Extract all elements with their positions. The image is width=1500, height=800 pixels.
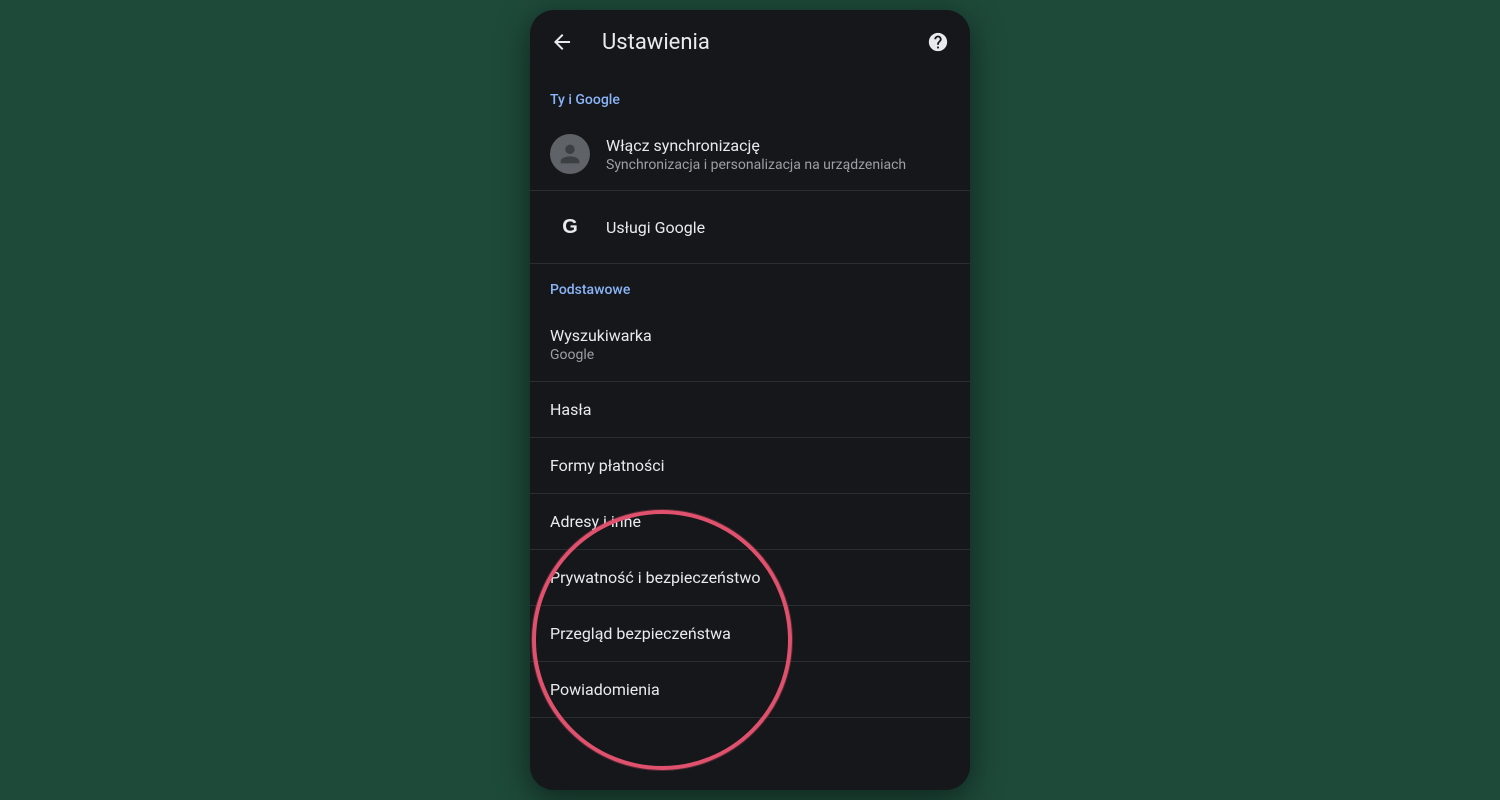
passwords-item[interactable]: Hasła bbox=[530, 382, 970, 438]
notifications-title: Powiadomienia bbox=[550, 680, 950, 699]
search-engine-item[interactable]: Wyszukiwarka Google bbox=[530, 308, 970, 382]
sync-item[interactable]: Włącz synchronizację Synchronizacja i pe… bbox=[530, 118, 970, 191]
help-button[interactable] bbox=[926, 30, 950, 54]
settings-screen: Ustawienia Ty i Google Włącz synchroniza… bbox=[530, 10, 970, 790]
google-g-icon: G bbox=[550, 207, 590, 247]
privacy-item[interactable]: Prywatność i bezpieczeństwo bbox=[530, 550, 970, 606]
payment-methods-item[interactable]: Formy płatności bbox=[530, 438, 970, 494]
privacy-title: Prywatność i bezpieczeństwo bbox=[550, 568, 950, 587]
sync-title: Włącz synchronizację bbox=[606, 136, 950, 155]
google-services-item[interactable]: G Usługi Google bbox=[530, 191, 970, 264]
help-icon bbox=[927, 31, 949, 53]
addresses-item[interactable]: Adresy i inne bbox=[530, 494, 970, 550]
passwords-title: Hasła bbox=[550, 400, 950, 419]
safety-check-title: Przegląd bezpieczeństwa bbox=[550, 624, 950, 643]
sync-subtitle: Synchronizacja i personalizacja na urząd… bbox=[606, 157, 950, 173]
arrow-left-icon bbox=[550, 30, 574, 54]
google-services-title: Usługi Google bbox=[606, 218, 950, 237]
sync-text: Włącz synchronizację Synchronizacja i pe… bbox=[606, 136, 950, 173]
addresses-title: Adresy i inne bbox=[550, 512, 950, 531]
app-header: Ustawienia bbox=[530, 10, 970, 74]
safety-check-item[interactable]: Przegląd bezpieczeństwa bbox=[530, 606, 970, 662]
back-button[interactable] bbox=[550, 30, 574, 54]
google-services-text: Usługi Google bbox=[606, 218, 950, 237]
search-engine-subtitle: Google bbox=[550, 347, 950, 363]
section-header-you-google: Ty i Google bbox=[530, 74, 970, 118]
notifications-item[interactable]: Powiadomienia bbox=[530, 662, 970, 718]
section-header-basics: Podstawowe bbox=[530, 264, 970, 308]
page-title: Ustawienia bbox=[602, 30, 926, 55]
search-engine-title: Wyszukiwarka bbox=[550, 326, 950, 345]
payment-methods-title: Formy płatności bbox=[550, 456, 950, 475]
avatar-icon bbox=[550, 134, 590, 174]
